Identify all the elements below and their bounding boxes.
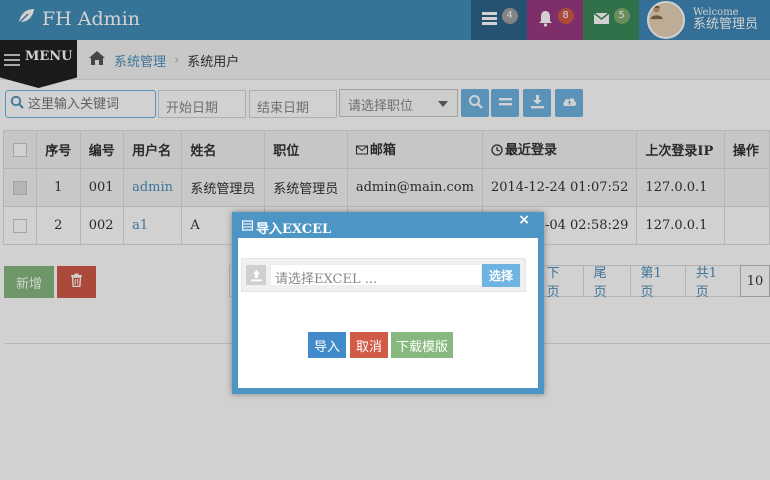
table-icon	[241, 220, 254, 235]
close-icon[interactable]: ×	[518, 212, 530, 228]
file-picker: 请选择EXCEL ... 选择	[241, 258, 526, 292]
download-template-button[interactable]: 下载模版	[391, 332, 453, 358]
dialog-title-text: 导入EXCEL	[256, 222, 332, 237]
choose-file-button[interactable]: 选择	[482, 264, 520, 287]
upload-file-icon	[246, 265, 266, 285]
import-button[interactable]: 导入	[308, 332, 346, 358]
dialog-body: 请选择EXCEL ... 选择 导入 取消 下载模版	[238, 238, 538, 388]
import-excel-dialog: 导入EXCEL × 请选择EXCEL ... 选择 导入 取消 下载模版	[232, 212, 544, 394]
cancel-button[interactable]: 取消	[350, 332, 388, 358]
excel-file-input[interactable]: 请选择EXCEL ...	[270, 264, 482, 287]
dialog-title[interactable]: 导入EXCEL	[241, 218, 332, 237]
